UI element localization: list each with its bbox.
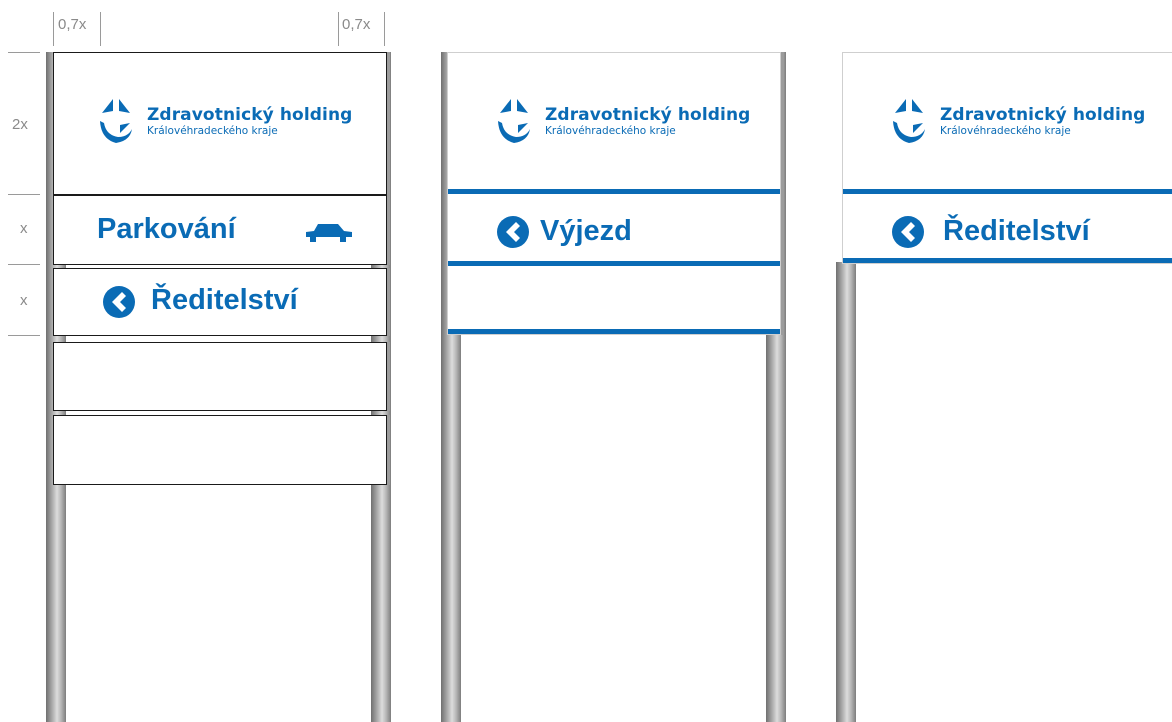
sign-label-parking: Parkování <box>97 213 236 245</box>
logo-emblem-icon <box>893 99 925 143</box>
arrow-left-circle-icon <box>103 286 135 318</box>
logo-subtitle: Královéhradeckého kraje <box>940 124 1071 137</box>
car-icon <box>306 224 352 242</box>
arrow-left-circle-icon <box>892 216 924 248</box>
logo-name: Zdravotnický holding <box>940 104 1146 125</box>
logo: Zdravotnický holding Královéhradeckého k… <box>98 97 352 145</box>
logo-name: Zdravotnický holding <box>545 104 751 125</box>
sign-board: Zdravotnický holding Královéhradeckého k… <box>447 52 781 335</box>
width-label-right: 0,7x <box>342 16 371 33</box>
height-label-parking: x <box>20 220 28 237</box>
height-label-header: 2x <box>12 116 28 133</box>
logo-emblem-icon <box>498 99 530 143</box>
logo: Zdravotnický holding Královéhradeckého k… <box>891 97 1145 145</box>
logo-name: Zdravotnický holding <box>147 104 353 125</box>
arrow-left-circle-icon <box>497 216 529 248</box>
sign-label-director: Ředitelství <box>151 284 298 316</box>
bottom-bar <box>843 258 1172 263</box>
sign-panel-director: Ředitelství <box>53 268 387 336</box>
sign-board: Zdravotnický holding Královéhradeckého k… <box>842 52 1172 264</box>
logo-subtitle: Královéhradeckého kraje <box>545 124 676 137</box>
height-label-director: x <box>20 292 28 309</box>
pole-left <box>836 262 856 722</box>
logo-emblem-icon <box>100 99 132 143</box>
header-panel: Zdravotnický holding Královéhradeckého k… <box>53 52 387 195</box>
bottom-bar <box>448 329 780 334</box>
blank-panel-2 <box>53 415 387 485</box>
blank-panel-1 <box>53 342 387 411</box>
sign-label-director: Ředitelství <box>943 215 1090 247</box>
divider-bar <box>448 261 780 266</box>
width-label-left: 0,7x <box>58 16 87 33</box>
sign-panel-parking: Parkování <box>53 195 387 265</box>
logo-subtitle: Královéhradeckého kraje <box>147 124 278 137</box>
sign-label-exit: Výjezd <box>540 215 632 247</box>
divider-bar <box>448 189 780 194</box>
logo: Zdravotnický holding Královéhradeckého k… <box>496 97 750 145</box>
divider-bar <box>843 189 1172 194</box>
